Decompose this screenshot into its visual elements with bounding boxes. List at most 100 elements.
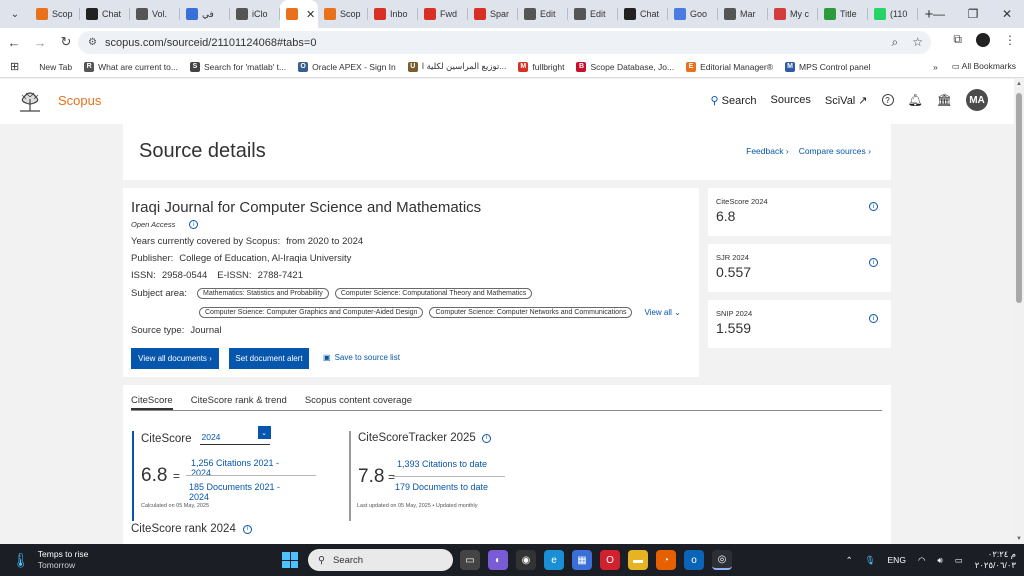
tab-scopus-content-coverage[interactable]: Scopus content coverage xyxy=(305,393,412,410)
bookmark-item[interactable]: Mfullbright xyxy=(518,61,564,72)
save-to-source-list-link[interactable]: ▣ Save to source list xyxy=(323,353,400,362)
edge-icon[interactable]: e xyxy=(544,550,564,570)
close-window-icon[interactable]: ✕ xyxy=(990,0,1024,28)
user-avatar[interactable]: MA xyxy=(966,89,988,111)
zoom-icon[interactable]: ⌕ xyxy=(892,35,899,50)
address-bar[interactable]: ⚙ scopus.com/sourceid/21101124068#tabs=0… xyxy=(78,31,931,54)
close-tab-icon[interactable]: ✕ xyxy=(306,8,315,21)
browser-tab[interactable]: iClo xyxy=(230,0,280,28)
year-select[interactable]: 2024 ⌄ xyxy=(199,426,271,445)
language-indicator[interactable]: ENG xyxy=(888,555,906,565)
info-icon[interactable]: i xyxy=(242,524,252,534)
bookmark-item[interactable]: New Tab xyxy=(39,61,72,72)
set-document-alert-button[interactable]: Set document alert xyxy=(229,348,309,369)
volume-icon[interactable]: 🔊︎ xyxy=(937,555,942,566)
compare-sources-link[interactable]: Compare sources › xyxy=(799,146,871,156)
view-all-documents-button[interactable]: View all documents › xyxy=(131,348,219,369)
bookmark-star-icon[interactable]: ☆ xyxy=(912,35,923,50)
subject-chip[interactable]: Computer Science: Computational Theory a… xyxy=(334,288,533,299)
page-scrollbar[interactable]: ▲ ▼ xyxy=(1014,79,1024,544)
help-icon[interactable]: ? xyxy=(881,94,894,106)
maximize-icon[interactable]: ❐ xyxy=(956,0,990,28)
file-explorer-icon[interactable]: ▬ xyxy=(628,550,648,570)
tab-citescore[interactable]: CiteScore xyxy=(131,393,173,410)
menu-dots-icon[interactable]: ⋮ xyxy=(1004,33,1016,47)
extensions-icon[interactable]: ⧉ xyxy=(953,32,962,47)
subject-chip[interactable]: Computer Science: Computer Networks and … xyxy=(429,307,633,318)
browser-tab[interactable]: Spar xyxy=(468,0,518,28)
tab-citescore-rank-trend[interactable]: CiteScore rank & trend xyxy=(191,393,287,410)
minimize-icon[interactable]: — xyxy=(922,0,956,28)
site-info-icon[interactable]: ⚙ xyxy=(88,37,97,48)
copilot-icon[interactable]: ◐ xyxy=(488,550,508,570)
info-icon[interactable]: i xyxy=(869,202,878,211)
task-view-icon[interactable]: ▭ xyxy=(460,550,480,570)
chevron-up-icon[interactable]: ⌃ xyxy=(846,555,853,566)
forward-arrow-icon[interactable]: → xyxy=(28,30,52,54)
store-icon[interactable]: ▦ xyxy=(572,550,592,570)
browser-tab[interactable]: Scop xyxy=(30,0,80,28)
browser-tab[interactable]: Inbo xyxy=(368,0,418,28)
chrome-icon[interactable]: ◎ xyxy=(712,550,732,570)
browser-tab[interactable]: My c xyxy=(768,0,818,28)
browser-tab[interactable]: في xyxy=(180,0,230,28)
info-icon[interactable]: i xyxy=(869,314,878,323)
browser-tab[interactable]: Mar xyxy=(718,0,768,28)
tracker-documents-link[interactable]: 179 Documents to date xyxy=(395,482,488,492)
camera-app-icon[interactable]: ◉ xyxy=(516,550,536,570)
info-icon[interactable]: i xyxy=(189,220,199,229)
elsevier-tree-logo[interactable] xyxy=(16,87,44,115)
firefox-icon[interactable]: ◔ xyxy=(656,550,676,570)
outlook-icon[interactable]: o xyxy=(684,550,704,570)
browser-tab[interactable]: Goo xyxy=(668,0,718,28)
bookmark-item[interactable]: E Editorial Manager® xyxy=(686,61,773,72)
institution-icon[interactable]: 🏛︎ xyxy=(937,93,952,107)
scopus-logo-text[interactable]: Scopus xyxy=(58,93,101,108)
scival-nav[interactable]: SciVal ↗ xyxy=(825,94,868,107)
tracker-citations-link[interactable]: 1,393 Citations to date xyxy=(397,459,487,469)
taskbar-search[interactable]: ⚲ Search xyxy=(308,549,453,571)
back-arrow-icon[interactable]: ← xyxy=(2,30,26,54)
profile-avatar[interactable] xyxy=(976,32,990,47)
chevron-down-icon[interactable]: ⌄ xyxy=(257,426,271,439)
bookmark-item[interactable]: U توزيع المراسين لكلية ا... xyxy=(407,61,506,72)
more-bookmarks-icon[interactable]: » xyxy=(933,62,938,72)
browser-tab[interactable]: (110 xyxy=(868,0,918,28)
subject-chip[interactable]: Computer Science: Computer Graphics and … xyxy=(199,307,424,318)
tab-search-chevron-icon[interactable]: ⌄ xyxy=(4,4,26,24)
bookmark-item[interactable]: R What are current to... xyxy=(84,61,178,72)
browser-tab[interactable]: Edit xyxy=(568,0,618,28)
browser-tab[interactable]: Edit xyxy=(518,0,568,28)
browser-tab[interactable]: Fwd xyxy=(418,0,468,28)
windows-start-icon[interactable] xyxy=(282,552,298,568)
bookmark-item[interactable]: M MPS Control panel xyxy=(785,61,870,72)
info-icon[interactable]: i xyxy=(869,258,878,267)
search-nav[interactable]: ⚲ Search xyxy=(711,94,757,107)
browser-tab[interactable]: ✕ xyxy=(280,0,318,28)
all-bookmarks[interactable]: ▭ All Bookmarks xyxy=(952,61,1016,72)
browser-tab[interactable]: Vol. xyxy=(130,0,180,28)
sources-nav[interactable]: Sources xyxy=(771,94,811,106)
scroll-down-icon[interactable]: ▼ xyxy=(1016,536,1022,542)
info-icon[interactable]: i xyxy=(481,433,491,443)
browser-tab[interactable]: Chat xyxy=(80,0,130,28)
bookmark-item[interactable]: O Oracle APEX - Sign In xyxy=(298,61,396,72)
documents-link[interactable]: 185 Documents 2021 - 2024 xyxy=(189,482,282,502)
wifi-icon[interactable]: ◠ xyxy=(918,555,925,566)
scrollbar-thumb[interactable] xyxy=(1016,93,1022,303)
browser-tab[interactable]: Title xyxy=(818,0,868,28)
bookmark-item[interactable]: B Scope Database, Jo... xyxy=(576,61,674,72)
browser-tab[interactable]: Chat xyxy=(618,0,668,28)
battery-icon[interactable]: ▭ xyxy=(955,555,963,566)
feedback-link[interactable]: Feedback › xyxy=(746,146,789,156)
bell-icon[interactable]: 🔔︎ xyxy=(908,93,923,107)
reload-icon[interactable]: ↻ xyxy=(54,30,78,54)
clock[interactable]: م ٠٢:٢٤ ٢٠٢٥/٠٦/٠٣ xyxy=(975,549,1016,571)
microphone-icon[interactable]: 🎙︎ xyxy=(865,555,876,566)
view-all-link[interactable]: View all ⌄ xyxy=(644,308,680,317)
browser-tab[interactable]: Scop xyxy=(318,0,368,28)
bookmark-item[interactable]: S Search for 'matlab' t... xyxy=(189,61,286,72)
weather-widget[interactable]: 🌡︎ Temps to rise Tomorrow xyxy=(12,549,88,571)
opera-icon[interactable]: O xyxy=(600,550,620,570)
scroll-up-icon[interactable]: ▲ xyxy=(1016,81,1022,87)
